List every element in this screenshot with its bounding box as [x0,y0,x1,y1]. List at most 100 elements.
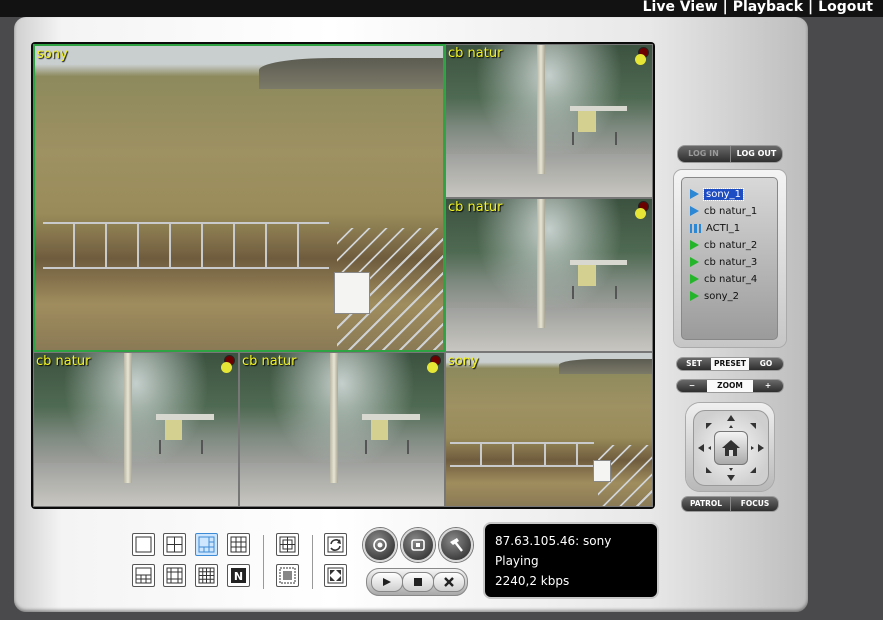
camera-item-cb-natur-2[interactable]: cb natur_2 [690,238,757,253]
sequence-button[interactable] [276,533,299,556]
layout-10-icon [135,567,152,584]
close-icon [444,577,454,587]
layout-6-button[interactable] [195,533,218,556]
preset-button[interactable]: PRESET [711,358,749,370]
video-tile-1[interactable]: sony [33,44,445,352]
video-tile-2[interactable]: cb natur [445,44,653,198]
scene-tree-trunk [536,45,545,175]
scene-ground [446,154,652,197]
snapshot-button[interactable] [401,528,435,562]
video-tile-3[interactable]: cb natur [445,198,653,352]
nav-separator: | [808,0,814,15]
axis-camera-icon [690,223,701,233]
layout-4-button[interactable] [163,533,186,556]
status-source: 87.63.105.46: sony [495,534,612,548]
fullscreen-icon [327,567,344,584]
video-tile-5[interactable]: cb natur [239,352,445,507]
full-layout-button[interactable] [276,564,299,587]
scene-trees [259,58,443,89]
svg-text:N: N [234,570,243,583]
sequence-grid-icon [279,536,296,553]
logout-link[interactable]: Logout [818,0,873,15]
camera-name: cb natur_1 [704,206,758,217]
play-green-icon [690,257,699,267]
camera-list-panel: sony_1 cb natur_1 ACTI_1 cb natur_2 cb n… [674,170,786,347]
scene-ground [240,463,444,506]
scene-tree-trunk [536,199,545,329]
login-button[interactable]: LOG IN [678,146,729,162]
record-button[interactable] [363,528,397,562]
layout-16-button[interactable] [195,564,218,587]
status-state: Playing [495,554,539,568]
scene-junction-box [333,271,370,314]
video-tile-6[interactable]: sony [445,352,653,507]
scene-ground [34,463,238,506]
frame-icon [279,567,296,584]
record-icon [373,538,387,552]
camera-list[interactable]: sony_1 cb natur_1 ACTI_1 cb natur_2 cb n… [681,177,778,340]
camera-item-cb-natur-3[interactable]: cb natur_3 [690,255,757,270]
snapshot-icon [411,539,425,551]
ptz-home-button[interactable] [714,431,748,465]
zoom-in-button[interactable]: + [753,380,783,392]
stop-icon [414,578,422,586]
layout-custom-icon: N [231,568,246,583]
scene-trees [559,359,652,375]
motion-indicator-icon [427,362,438,373]
layout-10-button[interactable] [132,564,155,587]
stop-button[interactable] [402,572,434,592]
layout-9-icon [230,536,247,553]
camera-item-sony-1[interactable]: sony_1 [690,187,744,202]
rotate-button[interactable] [324,533,347,556]
scene-tree-trunk [123,353,132,484]
layout-13-button[interactable] [163,564,186,587]
play-blue-icon [690,206,699,216]
fullscreen-button[interactable] [324,564,347,587]
play-green-icon [690,240,699,250]
home-icon [722,440,740,456]
focus-button[interactable]: FOCUS [730,497,779,511]
tile-label: cb natur [36,354,91,369]
top-nav: Live View | Playback | Logout [643,0,873,15]
scene-feeder [569,105,628,152]
close-button[interactable] [433,572,465,592]
divider [312,535,313,589]
logout-button[interactable]: LOG OUT [730,146,782,162]
scene-fence [43,222,329,269]
layout-custom-button[interactable]: N [227,564,250,587]
motion-indicator-icon [635,54,646,65]
settings-button[interactable] [439,528,473,562]
scene-fence [450,441,595,468]
play-button[interactable] [371,572,403,592]
layout-4-icon [166,536,183,553]
camera-item-acti-1[interactable]: ACTI_1 [690,221,740,236]
camera-item-cb-natur-4[interactable]: cb natur_4 [690,272,757,287]
camera-name: cb natur_4 [704,274,758,285]
scene-feeder [569,259,628,306]
patrol-focus-group: PATROL FOCUS [681,496,779,512]
zoom-out-button[interactable]: − [677,380,707,392]
tile-label: sony [448,354,479,369]
zoom-label: ZOOM [707,380,753,392]
preset-set-button[interactable]: SET [677,358,711,370]
live-view-link[interactable]: Live View [643,0,718,15]
video-grid: sony cb natur cb natur cb natur cb natur [31,42,655,509]
login-logout-group: LOG IN LOG OUT [677,145,783,163]
ptz-pad [686,403,774,491]
play-green-icon [690,274,699,284]
playback-link[interactable]: Playback [733,0,803,15]
top-bar: Live View | Playback | Logout [0,0,883,17]
motion-indicator-icon [635,208,646,219]
layout-6-icon [198,536,215,553]
layout-1-button[interactable] [132,533,155,556]
preset-controls: SET PRESET GO [676,357,784,371]
preset-go-button[interactable]: GO [749,358,783,370]
camera-item-sony-2[interactable]: sony_2 [690,289,739,304]
rotate-icon [327,536,344,553]
patrol-button[interactable]: PATROL [682,497,730,511]
camera-item-cb-natur-1[interactable]: cb natur_1 [690,204,757,219]
video-tile-4[interactable]: cb natur [33,352,239,507]
layout-9-button[interactable] [227,533,250,556]
ptz-ring [693,410,769,486]
camera-name: cb natur_3 [704,257,758,268]
